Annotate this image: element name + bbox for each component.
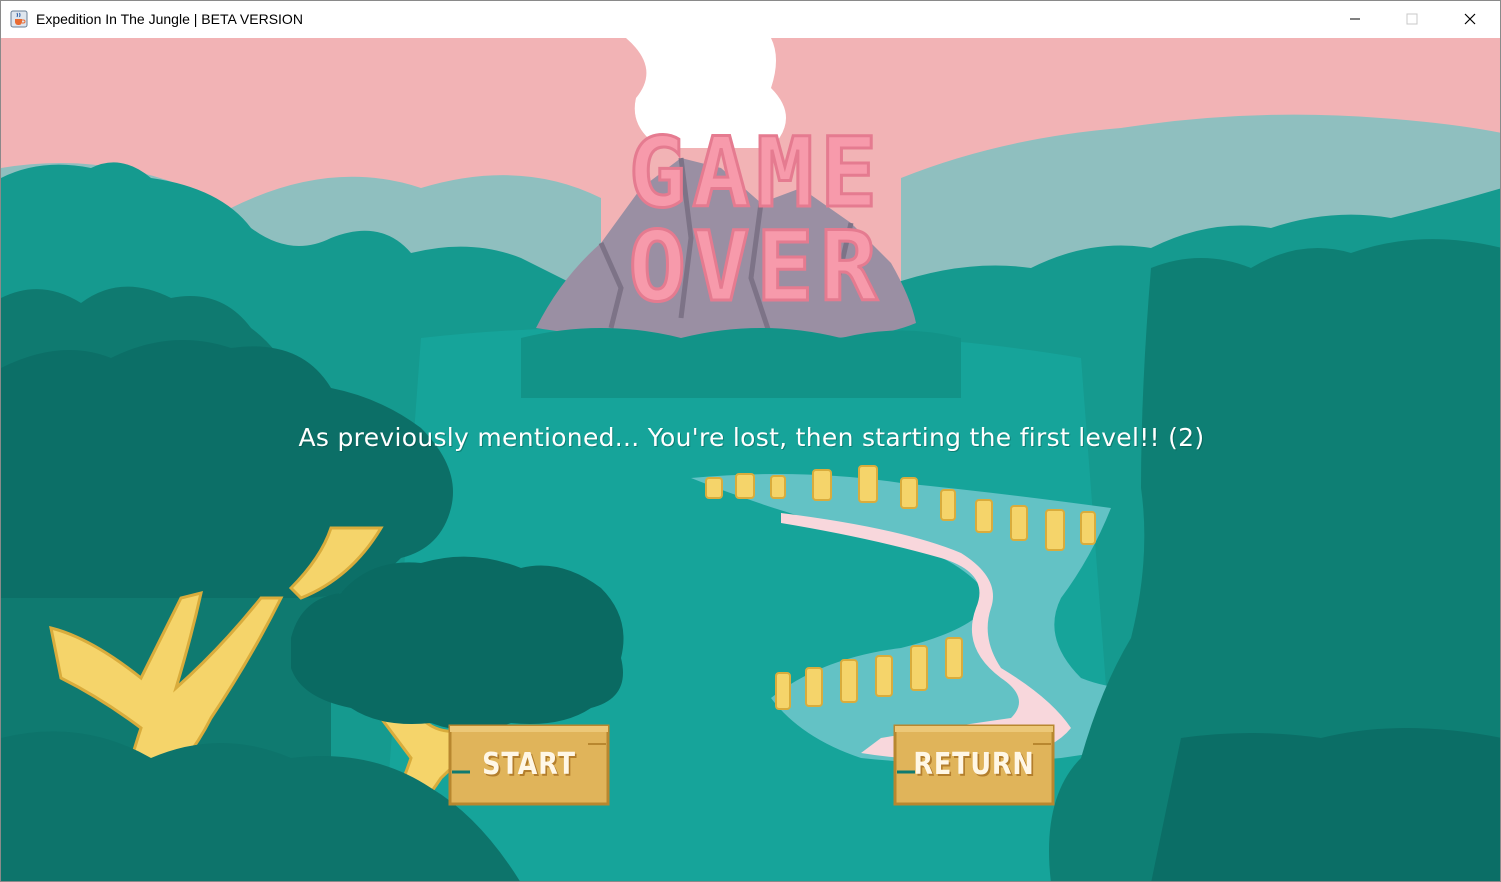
return-button-label: RETURN [913, 747, 1035, 782]
maximize-button[interactable] [1383, 1, 1441, 38]
start-button-label: START [482, 747, 576, 782]
heading-line-over: OVER [628, 211, 883, 308]
start-button[interactable]: START [448, 724, 610, 806]
return-button[interactable]: RETURN [893, 724, 1055, 806]
java-cup-icon [10, 10, 28, 28]
title-bar[interactable]: Expedition In The Jungle | BETA VERSION [1, 1, 1500, 38]
close-icon [1464, 10, 1476, 29]
game-over-heading: GAME OVER [627, 118, 883, 308]
status-message: As previously mentioned... You're lost, … [298, 423, 1205, 452]
maximize-icon [1406, 10, 1418, 29]
game-canvas: GAME OVER As previously mentioned... You… [1, 38, 1500, 881]
app-window: Expedition In The Jungle | BETA VERSION [0, 0, 1501, 882]
close-button[interactable] [1441, 1, 1499, 38]
minimize-icon [1349, 10, 1361, 29]
minimize-button[interactable] [1326, 1, 1384, 38]
window-title: Expedition In The Jungle | BETA VERSION [36, 11, 303, 27]
